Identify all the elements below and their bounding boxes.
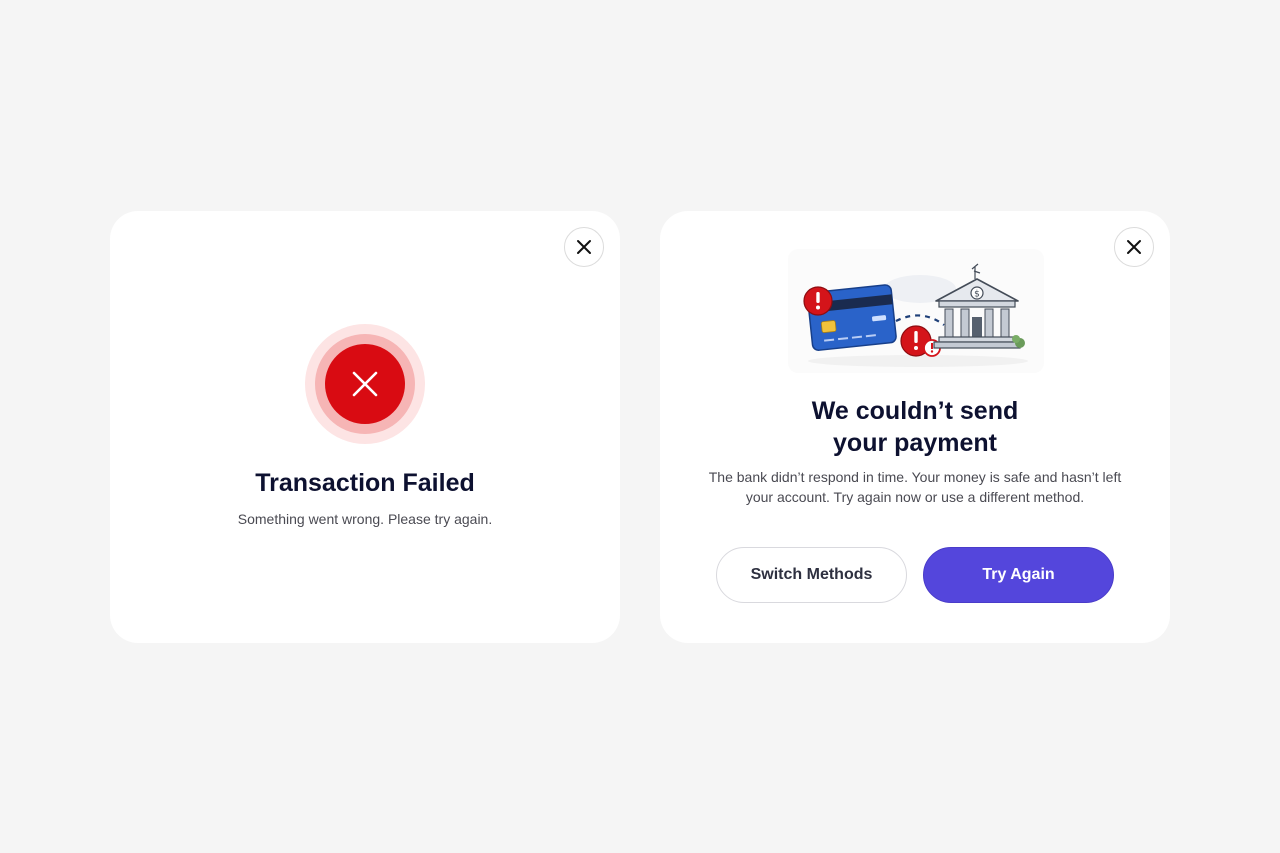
error-status-badge xyxy=(305,324,425,444)
card-subtitle: Something went wrong. Please try again. xyxy=(237,511,493,527)
card-title-line-2: your payment xyxy=(833,429,997,457)
close-button[interactable] xyxy=(564,227,604,267)
card-title-line-1: We couldn’t send xyxy=(811,397,1019,425)
card-title: We couldn’t send your payment xyxy=(660,395,1170,459)
switch-methods-button[interactable]: Switch Methods xyxy=(716,547,907,603)
close-icon xyxy=(1127,240,1141,254)
try-again-button[interactable]: Try Again xyxy=(923,547,1114,603)
card-description: The bank didn’t respond in time. Your mo… xyxy=(708,469,1122,505)
error-x-icon xyxy=(352,371,378,397)
alert-icon xyxy=(803,286,833,316)
card-title: Transaction Failed xyxy=(255,469,475,497)
payment-failed-card: $ We couldn’t send your payment The bank… xyxy=(660,211,1170,643)
close-button[interactable] xyxy=(1114,227,1154,267)
svg-text:$: $ xyxy=(974,290,980,300)
close-icon xyxy=(577,240,591,254)
credit-card-to-bank-error-illustration: $ xyxy=(788,249,1044,373)
transaction-failed-card: Transaction Failed Something went wrong.… xyxy=(110,211,620,643)
